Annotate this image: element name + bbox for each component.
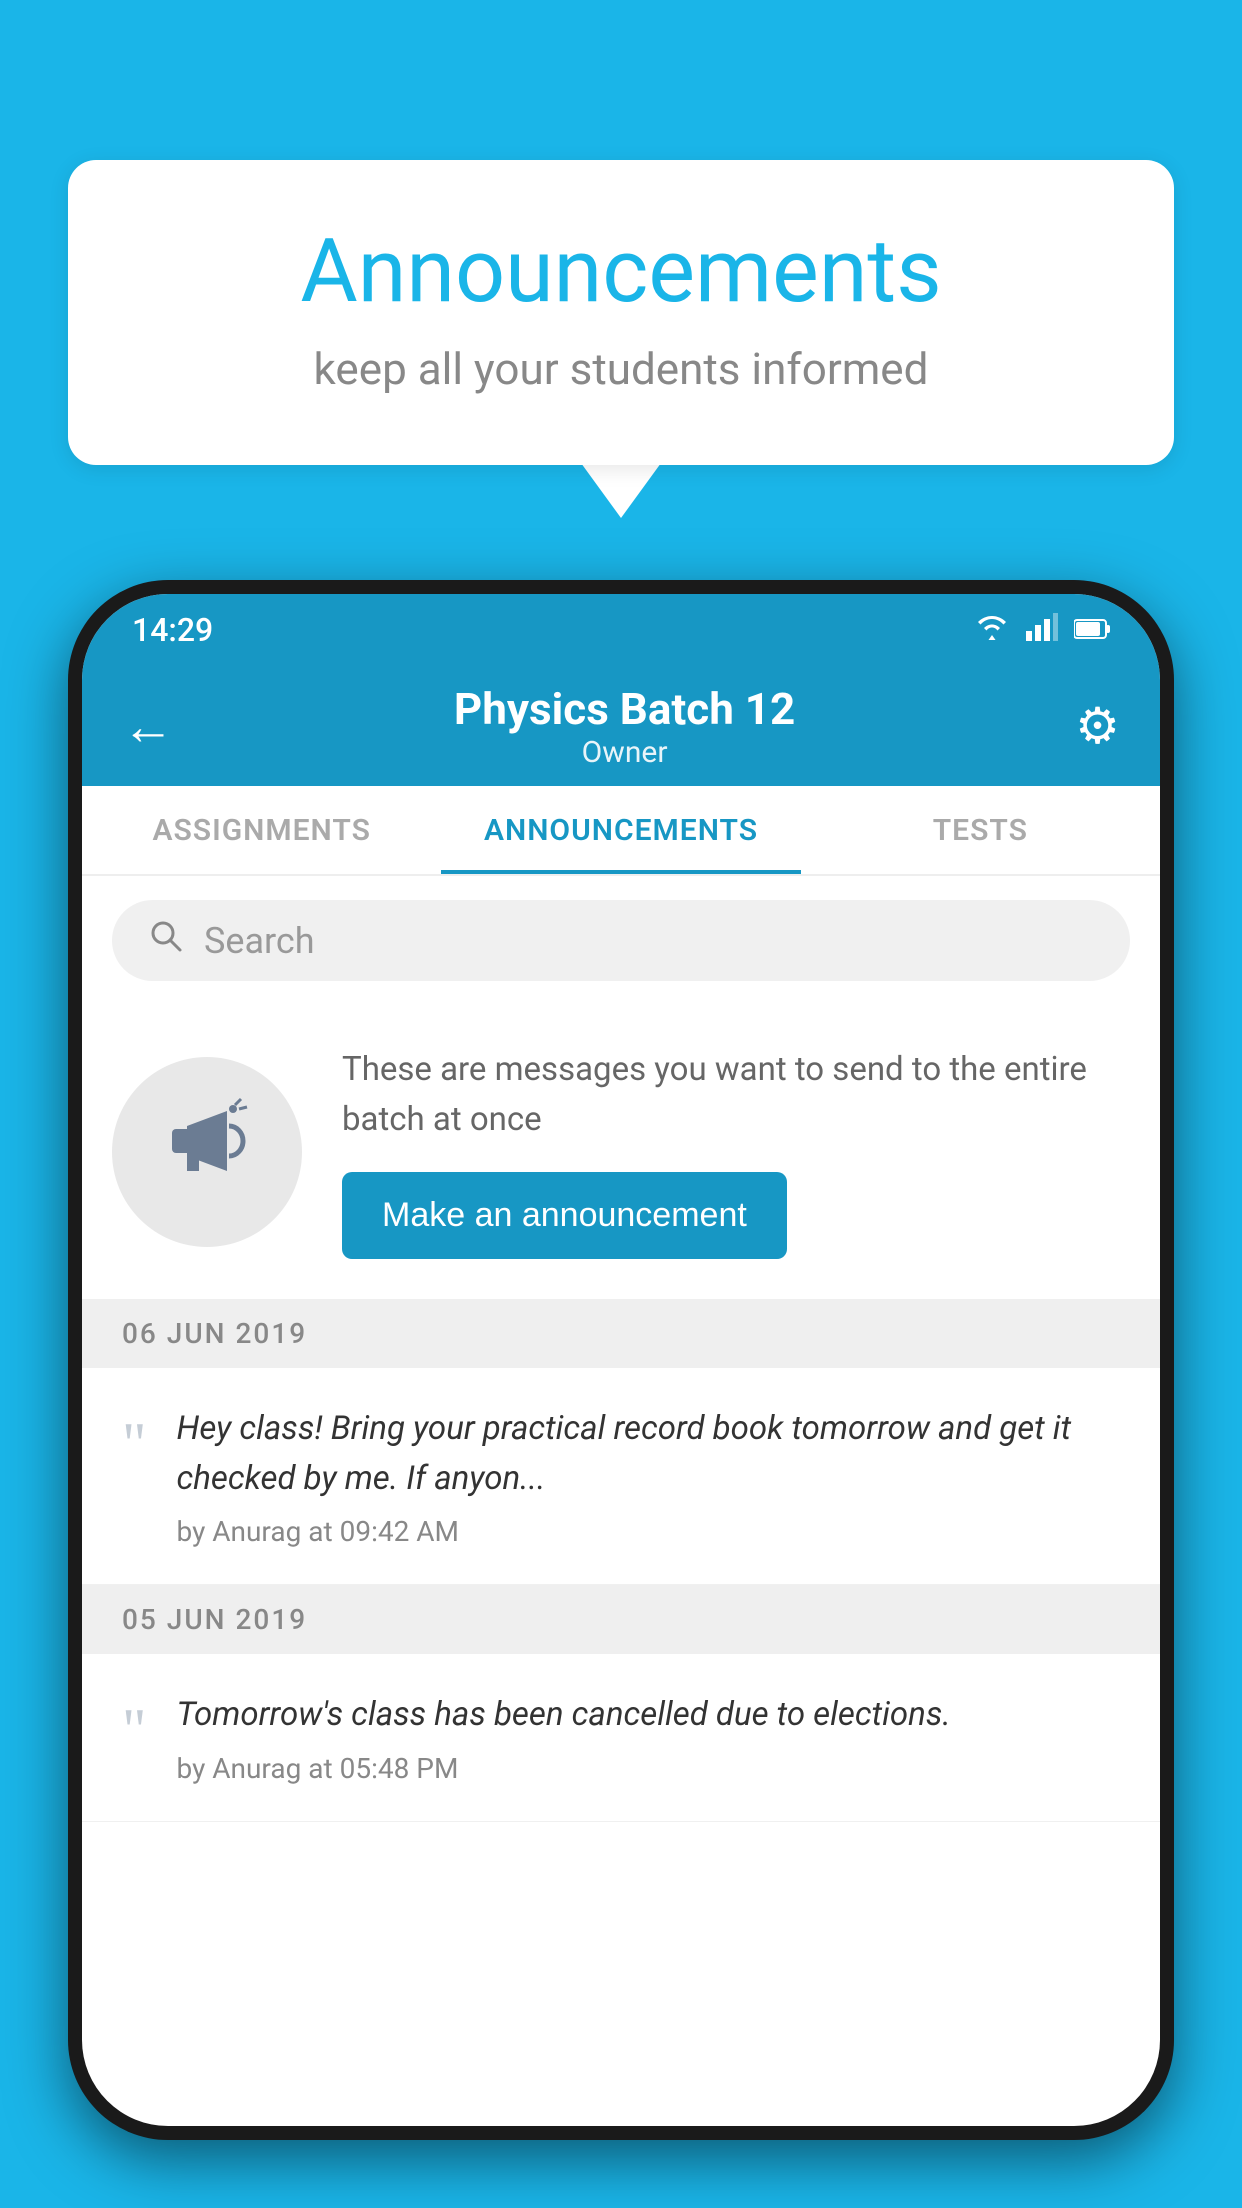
- promo-icon-circle: [112, 1057, 302, 1247]
- bubble-subtitle: keep all your students informed: [148, 343, 1094, 395]
- phone-screen: 14:29: [82, 594, 1160, 2126]
- status-bar: 14:29: [82, 594, 1160, 666]
- signal-icon: [1026, 613, 1058, 648]
- promo-content: These are messages you want to send to t…: [342, 1045, 1130, 1259]
- announcement-meta-2: by Anurag at 05:48 PM: [177, 1752, 1131, 1785]
- announcement-item-1[interactable]: " Hey class! Bring your practical record…: [82, 1368, 1160, 1585]
- announcement-item-2[interactable]: " Tomorrow's class has been cancelled du…: [82, 1654, 1160, 1822]
- app-bar-title: Physics Batch 12: [454, 683, 795, 735]
- bubble-tail: [581, 463, 661, 518]
- search-icon: [148, 918, 184, 963]
- phone-device: 14:29: [68, 580, 1174, 2140]
- back-button[interactable]: ←: [122, 696, 174, 757]
- promo-section: These are messages you want to send to t…: [82, 1005, 1160, 1299]
- settings-button[interactable]: ⚙: [1075, 697, 1120, 756]
- make-announcement-button[interactable]: Make an announcement: [342, 1172, 787, 1259]
- search-bar[interactable]: Search: [112, 900, 1130, 981]
- announcement-content-2: Tomorrow's class has been cancelled due …: [177, 1690, 1131, 1785]
- search-container: Search: [82, 876, 1160, 1005]
- search-placeholder: Search: [204, 920, 315, 962]
- announcement-text-2: Tomorrow's class has been cancelled due …: [177, 1690, 1131, 1740]
- tab-tests[interactable]: TESTS: [801, 786, 1160, 874]
- app-bar-subtitle: Owner: [454, 735, 795, 770]
- tab-assignments[interactable]: ASSIGNMENTS: [82, 786, 441, 874]
- app-bar: ← Physics Batch 12 Owner ⚙: [82, 666, 1160, 786]
- tab-announcements[interactable]: ANNOUNCEMENTS: [441, 786, 800, 874]
- date-separator-2: 05 JUN 2019: [82, 1585, 1160, 1654]
- announcement-text-1: Hey class! Bring your practical record b…: [177, 1404, 1131, 1503]
- wifi-icon: [974, 613, 1010, 648]
- date-separator-1: 06 JUN 2019: [82, 1299, 1160, 1368]
- announcement-meta-1: by Anurag at 09:42 AM: [177, 1515, 1131, 1548]
- battery-icon: [1074, 614, 1110, 647]
- status-icons: [974, 613, 1110, 648]
- promo-description: These are messages you want to send to t…: [342, 1045, 1130, 1144]
- speech-bubble: Announcements keep all your students inf…: [68, 160, 1174, 465]
- phone-wrapper: 14:29: [68, 580, 1174, 2208]
- speech-bubble-section: Announcements keep all your students inf…: [68, 160, 1174, 518]
- announcement-content-1: Hey class! Bring your practical record b…: [177, 1404, 1131, 1548]
- app-bar-center: Physics Batch 12 Owner: [454, 683, 795, 770]
- megaphone-icon: [157, 1091, 257, 1213]
- status-time: 14:29: [132, 611, 213, 649]
- quote-icon-1: ": [122, 1414, 147, 1474]
- quote-icon-2: ": [122, 1700, 147, 1760]
- bubble-title: Announcements: [148, 220, 1094, 323]
- tab-bar: ASSIGNMENTS ANNOUNCEMENTS TESTS: [82, 786, 1160, 876]
